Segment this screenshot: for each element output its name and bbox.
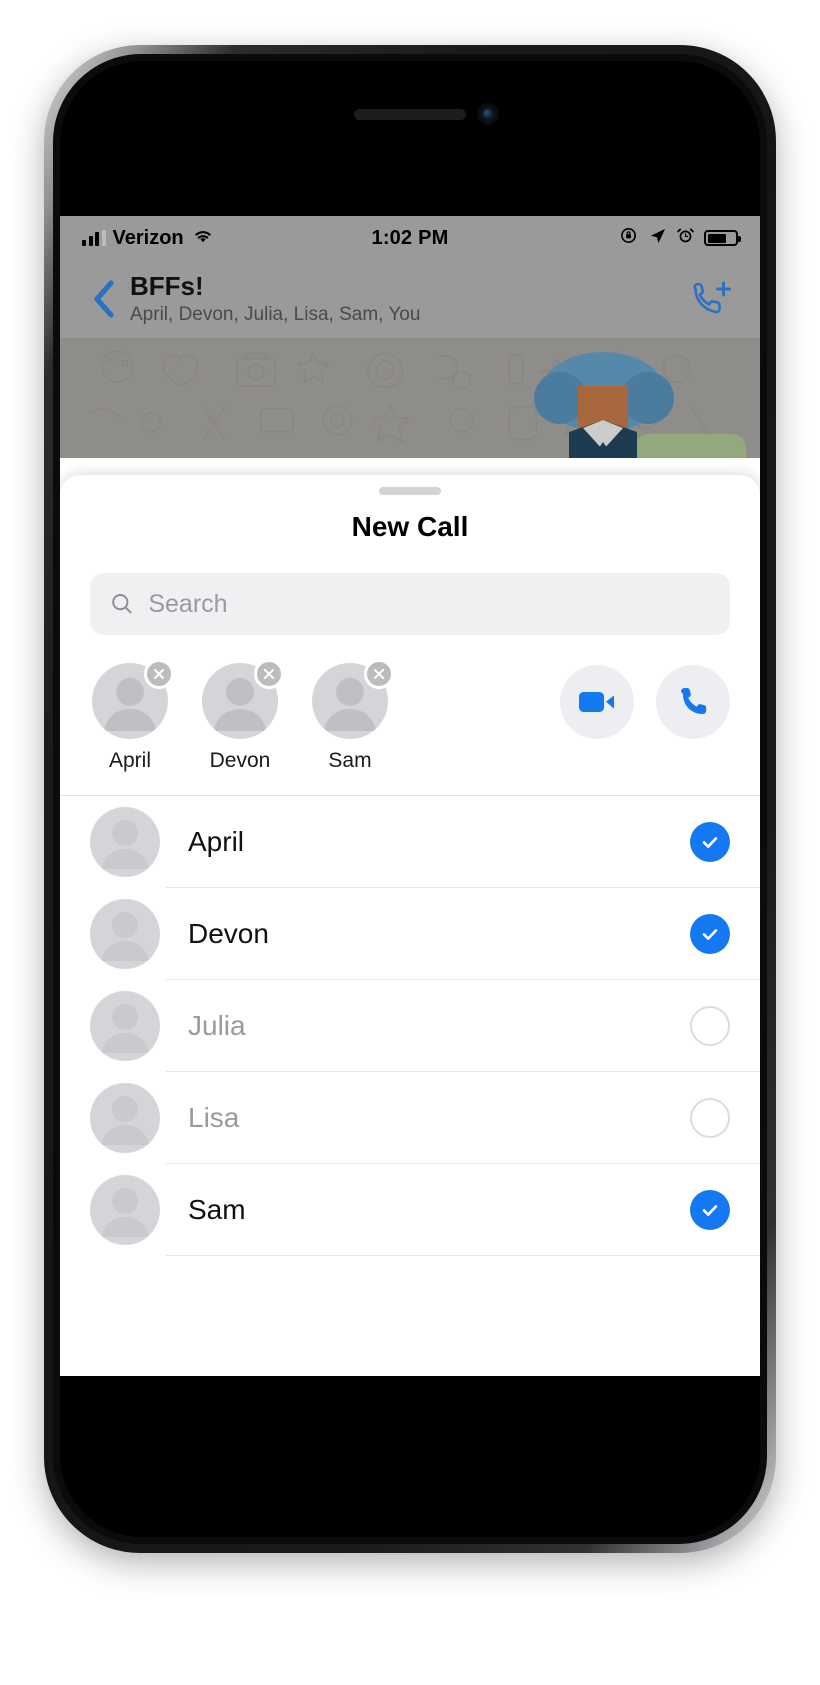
selected-chip-label: April <box>108 749 151 772</box>
search-icon <box>112 594 132 614</box>
selected-chip[interactable]: Devon <box>200 659 284 773</box>
status-bar: Verizon 1:02 PM <box>60 216 760 260</box>
sheet-scrim[interactable] <box>60 338 760 458</box>
contact-checkbox[interactable] <box>690 1098 730 1138</box>
contact-checkbox[interactable] <box>690 822 730 862</box>
chevron-left-icon <box>94 280 114 318</box>
contact-row[interactable]: Devon <box>60 888 760 980</box>
sheet-drag-handle[interactable] <box>379 487 441 495</box>
close-icon[interactable] <box>254 659 284 689</box>
contact-name: Devon <box>188 918 269 949</box>
search-field[interactable] <box>90 573 730 635</box>
video-camera-icon <box>579 692 614 712</box>
app-viewport: Verizon 1:02 PM BFFs! April, Devon, Juli… <box>60 216 760 1376</box>
selected-chip-label: Sam <box>328 749 372 772</box>
person-placeholder-avatar <box>90 1083 160 1153</box>
battery-icon <box>704 230 741 246</box>
contact-name: Sam <box>188 1194 246 1225</box>
new-call-button[interactable] <box>680 277 738 321</box>
person-placeholder-avatar <box>90 1175 160 1245</box>
search-input[interactable] <box>148 589 710 619</box>
person-placeholder-avatar <box>90 899 160 969</box>
navigation-bar: BFFs! April, Devon, Julia, Lisa, Sam, Yo… <box>60 260 760 338</box>
contact-row[interactable]: Lisa <box>60 1072 760 1164</box>
contact-row[interactable]: April <box>60 796 760 888</box>
rotation-lock-icon <box>620 226 639 250</box>
contact-row[interactable]: Julia <box>60 980 760 1072</box>
earpiece-speaker <box>354 109 466 120</box>
circle-empty-icon <box>690 1006 730 1046</box>
person-placeholder-avatar <box>90 807 160 877</box>
close-icon[interactable] <box>144 659 174 689</box>
phone-device-frame: Verizon 1:02 PM BFFs! April, Devon, Juli… <box>44 45 776 1553</box>
chat-backdrop <box>60 338 760 458</box>
thread-participants: April, Devon, Julia, Lisa, Sam, You <box>130 304 421 326</box>
circle-empty-icon <box>690 1098 730 1138</box>
alarm-clock-icon <box>676 226 695 250</box>
selected-recipients-row: April Devon Sam <box>60 635 760 796</box>
new-call-sheet: New Call Search April Devon Sam April De… <box>60 475 760 1376</box>
checkmark-filled-icon <box>690 822 730 862</box>
sheet-title: New Call <box>351 511 469 542</box>
video-call-button[interactable] <box>560 665 634 739</box>
selected-chip[interactable]: Sam <box>310 659 394 773</box>
thread-header[interactable]: BFFs! April, Devon, Julia, Lisa, Sam, Yo… <box>130 272 680 327</box>
contacts-list[interactable]: April Devon Julia Lisa Sam <box>60 796 760 1376</box>
audio-call-button[interactable] <box>656 665 730 739</box>
back-button[interactable] <box>82 278 126 320</box>
call-action-buttons <box>560 663 730 739</box>
front-camera <box>477 103 499 125</box>
selected-chip[interactable]: April <box>90 659 174 773</box>
contact-name: Julia <box>188 1010 246 1041</box>
contact-checkbox[interactable] <box>690 1190 730 1230</box>
screen-bottom-area <box>60 1376 760 1537</box>
contact-checkbox[interactable] <box>690 1006 730 1046</box>
status-bar-right <box>620 226 741 250</box>
contact-name: Lisa <box>188 1102 240 1133</box>
close-icon[interactable] <box>364 659 394 689</box>
thread-title: BFFs! <box>130 270 204 301</box>
contact-row[interactable]: Sam <box>60 1164 760 1256</box>
phone-plus-icon <box>693 281 731 314</box>
selected-chip-label: Devon <box>209 749 271 772</box>
phone-handset-icon <box>681 688 707 714</box>
row-divider <box>166 1255 760 1256</box>
contact-checkbox[interactable] <box>690 914 730 954</box>
checkmark-filled-icon <box>690 1190 730 1230</box>
contact-name: April <box>188 826 245 857</box>
checkmark-filled-icon <box>690 914 730 954</box>
phone-bezel: Verizon 1:02 PM BFFs! April, Devon, Juli… <box>53 54 767 1544</box>
person-placeholder-avatar <box>90 991 160 1061</box>
phone-screen: Verizon 1:02 PM BFFs! April, Devon, Juli… <box>60 61 760 1537</box>
location-arrow-icon <box>648 226 667 250</box>
